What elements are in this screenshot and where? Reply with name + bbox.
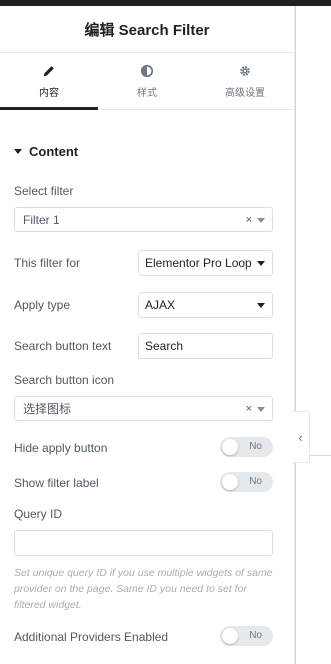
panel-collapse-button[interactable]: ‹ [292, 411, 310, 463]
search-button-text-value: Search [145, 339, 184, 353]
chevron-down-icon [257, 407, 265, 412]
section-title: Content [29, 144, 79, 159]
panel-title: 编辑 Search Filter [84, 21, 210, 39]
clear-icon[interactable]: × [246, 214, 252, 226]
hide-apply-button-label: Hide apply button [14, 441, 108, 455]
chevron-left-icon: ‹ [298, 429, 303, 445]
gear-icon [240, 65, 250, 76]
apply-type-value: AJAX [145, 298, 176, 312]
query-id-help-text: Set unique query ID if you use multiple … [14, 567, 273, 611]
pencil-icon [43, 65, 54, 76]
canvas-guide-horizontal [307, 455, 331, 456]
apply-type-select[interactable]: AJAX [138, 292, 273, 318]
panel-header: 编辑 Search Filter [0, 6, 294, 53]
search-button-icon-value: 选择图标 [23, 402, 72, 416]
caret-down-icon [14, 149, 22, 154]
query-id-input[interactable] [14, 530, 273, 556]
tab-style-label: 样式 [137, 87, 157, 99]
search-button-icon-select[interactable]: 选择图标 × [14, 396, 273, 421]
tab-content-label: 内容 [39, 87, 59, 99]
search-button-text-label: Search button text [14, 339, 112, 353]
additional-providers-toggle[interactable]: No [220, 626, 273, 646]
query-id-label: Query ID [14, 507, 63, 521]
toggle-knob [222, 439, 238, 455]
toggle-state: No [249, 630, 262, 641]
select-filter-value: Filter 1 [23, 212, 60, 227]
filter-for-value: Elementor Pro Loop [145, 256, 252, 270]
tab-advanced[interactable]: 高级设置 [196, 53, 294, 109]
tab-advanced-label: 高级设置 [225, 87, 265, 99]
select-filter-dropdown[interactable]: Filter 1 × [14, 207, 273, 232]
toggle-state: No [249, 476, 262, 487]
select-filter-label: Select filter [14, 184, 74, 198]
canvas-guide-vertical [295, 6, 296, 664]
chevron-down-icon [257, 218, 265, 223]
toggle-knob [222, 628, 238, 644]
half-circle-icon [140, 64, 154, 77]
additional-providers-label: Additional Providers Enabled [14, 630, 169, 644]
search-button-icon-label: Search button icon [14, 373, 115, 387]
chevron-down-icon [257, 261, 265, 266]
preview-canvas [295, 6, 331, 664]
hide-apply-button-toggle[interactable]: No [220, 437, 273, 457]
filter-for-select[interactable]: Elementor Pro Loop [138, 250, 273, 276]
filter-for-label: This filter for [14, 256, 81, 270]
toggle-state: No [249, 441, 262, 452]
apply-type-label: Apply type [14, 298, 71, 312]
clear-icon[interactable]: × [246, 403, 252, 415]
show-filter-label-toggle[interactable]: No [220, 472, 273, 492]
toggle-knob [222, 474, 238, 490]
tab-content[interactable]: 内容 [0, 53, 98, 110]
show-filter-label-label: Show filter label [14, 476, 99, 490]
section-toggle-content[interactable]: Content [14, 144, 78, 159]
tab-style[interactable]: 样式 [98, 53, 196, 109]
panel-tabs: 内容 样式 高级设置 [0, 53, 294, 110]
search-button-text-input[interactable]: Search [138, 333, 273, 359]
chevron-down-icon [257, 303, 265, 308]
